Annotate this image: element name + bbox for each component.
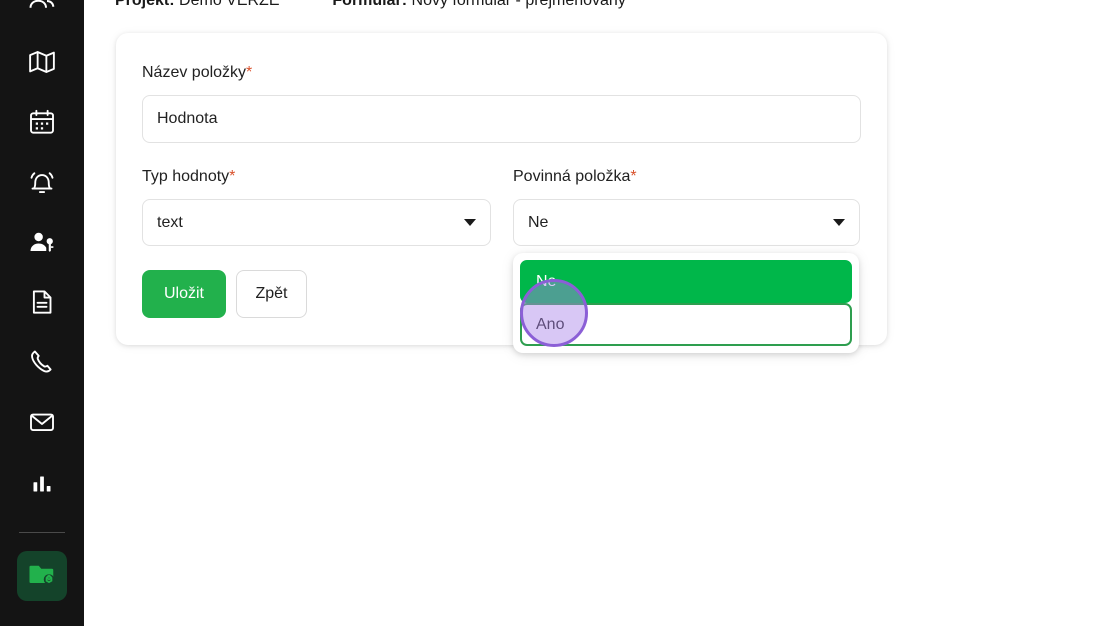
required-field-label-text: Povinná položka bbox=[513, 168, 631, 185]
name-field-label-text: Název položky bbox=[142, 64, 247, 81]
sidebar-item-map[interactable] bbox=[0, 32, 84, 92]
project-label: Projekt: bbox=[115, 0, 175, 9]
form-value: Nový formulář - přejmenovaný bbox=[411, 0, 626, 9]
sidebar-divider bbox=[19, 532, 65, 533]
document-icon bbox=[27, 287, 57, 317]
page-header: Projekt: Demo VERZE Formulář: Nový formu… bbox=[115, 0, 626, 10]
chevron-down-icon bbox=[833, 219, 845, 226]
dropdown-option-ano[interactable]: Ano bbox=[520, 303, 852, 346]
calendar-icon bbox=[27, 107, 57, 137]
bell-icon bbox=[27, 167, 57, 197]
name-field-label: Název položky* bbox=[142, 64, 252, 82]
chevron-down-icon bbox=[464, 219, 476, 226]
bar-chart-icon bbox=[27, 467, 57, 497]
sidebar-item-statistics[interactable] bbox=[0, 452, 84, 512]
required-asterisk: * bbox=[630, 168, 637, 185]
sidebar-item-calls[interactable] bbox=[0, 332, 84, 392]
sidebar bbox=[0, 0, 84, 626]
type-select[interactable]: text bbox=[142, 199, 491, 246]
form-label: Formulář: bbox=[332, 0, 408, 9]
users-icon bbox=[27, 0, 57, 14]
app-root: Projekt: Demo VERZE Formulář: Nový formu… bbox=[0, 0, 1120, 626]
required-select-value: Ne bbox=[528, 213, 549, 231]
folder-settings-icon bbox=[27, 559, 57, 594]
type-field-label: Typ hodnoty* bbox=[142, 168, 235, 186]
sidebar-item-notifications[interactable] bbox=[0, 152, 84, 212]
phone-icon bbox=[27, 347, 57, 377]
sidebar-item-users[interactable] bbox=[0, 0, 84, 32]
dropdown-option-ne[interactable]: Ne bbox=[520, 260, 852, 303]
project-value: Demo VERZE bbox=[179, 0, 280, 9]
sidebar-item-documents[interactable] bbox=[0, 272, 84, 332]
sidebar-item-calendar[interactable] bbox=[0, 92, 84, 152]
required-field-label: Povinná položka* bbox=[513, 168, 637, 186]
required-dropdown-panel: Ne Ano bbox=[513, 253, 859, 353]
sidebar-item-permissions[interactable] bbox=[0, 212, 84, 272]
back-button[interactable]: Zpět bbox=[236, 270, 307, 318]
sidebar-item-mail[interactable] bbox=[0, 392, 84, 452]
map-icon bbox=[27, 47, 57, 77]
user-key-icon bbox=[27, 227, 57, 257]
sidebar-item-project-settings[interactable] bbox=[17, 551, 67, 601]
type-select-value: text bbox=[157, 213, 183, 231]
type-field-label-text: Typ hodnoty bbox=[142, 168, 230, 185]
save-button[interactable]: Uložit bbox=[142, 270, 226, 318]
name-input[interactable] bbox=[142, 95, 861, 143]
mail-icon bbox=[27, 407, 57, 437]
required-asterisk: * bbox=[246, 64, 253, 81]
required-asterisk: * bbox=[229, 168, 236, 185]
required-select[interactable]: Ne bbox=[513, 199, 860, 246]
